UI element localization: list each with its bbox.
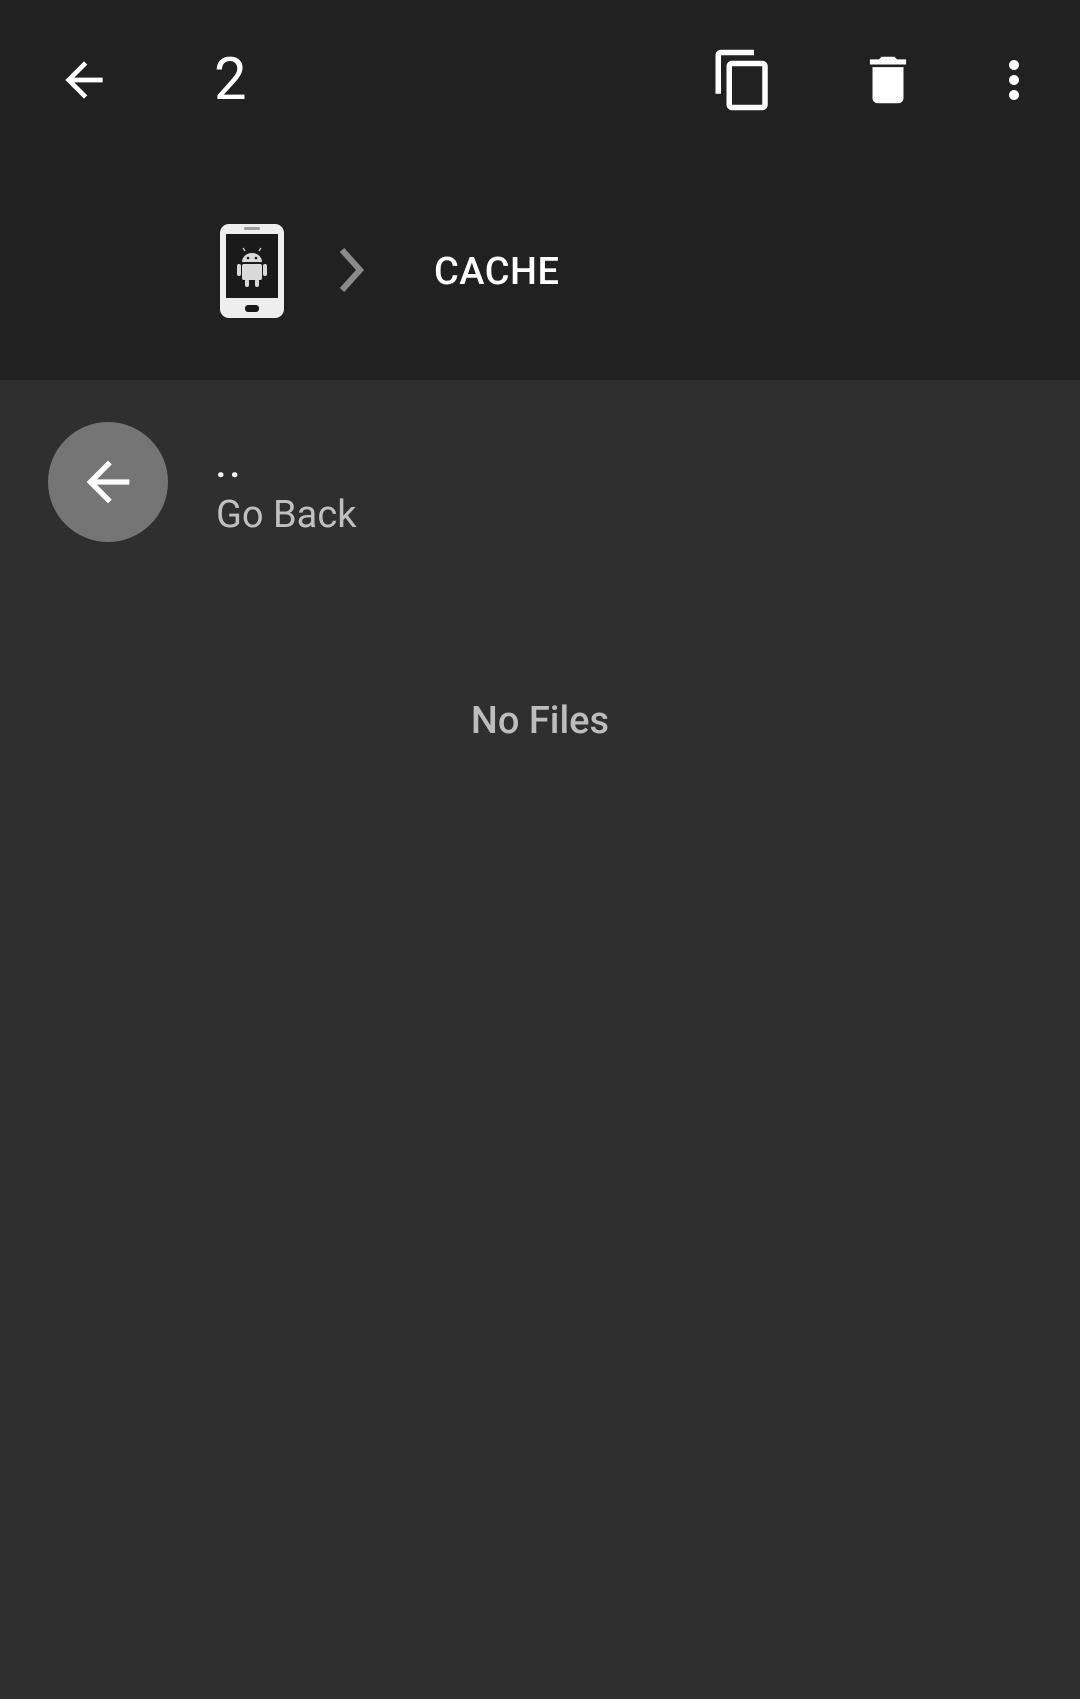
empty-state-message: No Files (470, 699, 610, 743)
back-button[interactable] (34, 30, 134, 130)
go-back-avatar (48, 422, 168, 542)
arrow-left-icon (86, 460, 130, 504)
list-item-subtitle: Go Back (216, 493, 357, 537)
chevron-right-icon (339, 247, 365, 293)
breadcrumb-current[interactable]: CACHE (434, 248, 559, 296)
arrow-left-icon (65, 61, 103, 99)
selection-count: 2 (214, 46, 247, 114)
more-vertical-icon (1009, 60, 1019, 100)
android-phone-icon[interactable] (218, 222, 286, 320)
app-bar: 2 CACHE (0, 0, 1080, 380)
copy-icon (715, 49, 768, 111)
delete-button[interactable] (838, 30, 938, 130)
delete-icon (869, 56, 907, 104)
breadcrumb: CACHE (0, 210, 1080, 330)
file-list: .. Go Back No Files (0, 380, 1080, 1699)
list-item-go-back[interactable]: .. Go Back (0, 400, 1080, 560)
list-item-title: .. (216, 446, 244, 486)
action-mode-toolbar: 2 (0, 0, 1080, 160)
copy-button[interactable] (693, 30, 793, 130)
more-options-button[interactable] (964, 30, 1064, 130)
